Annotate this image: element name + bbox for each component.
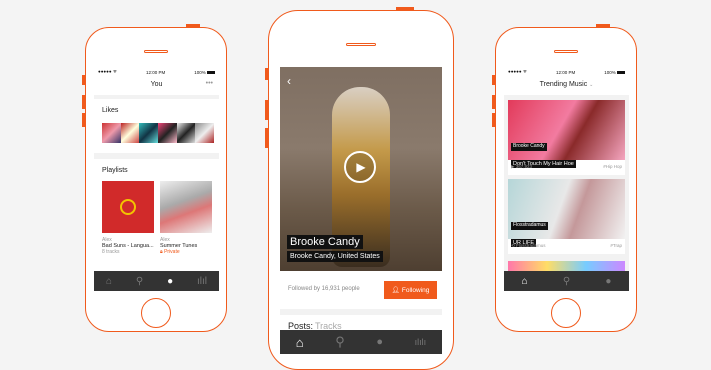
repost-icon: ⟲ [511, 243, 515, 248]
left-phone-side-button [82, 113, 85, 127]
track-artwork[interactable]: Flosstradamus UR LIFE [508, 179, 625, 247]
playlist-card[interactable]: Alex Summer Tunes 🔒︎ Private [160, 181, 212, 255]
center-phone-side-button [265, 128, 268, 148]
right-phone-speaker [554, 50, 578, 53]
battery-level: 100% [194, 70, 215, 75]
chevron-down-icon: ⌄ [589, 82, 594, 88]
follower-count: Followed by 16,931 people [288, 286, 360, 292]
playlist-meta: 8 tracks [102, 249, 120, 255]
page-title[interactable]: Trending Music ⌄ [504, 81, 629, 88]
profile-tab-icon[interactable]: ● [605, 276, 611, 287]
liked-track-artwork[interactable] [158, 123, 177, 143]
profile-tab-icon[interactable]: ● [167, 276, 173, 287]
lock-icon: 🔒︎ [160, 249, 163, 255]
play-icon: ▶ [356, 160, 366, 174]
left-phone-side-button [82, 95, 85, 109]
artist-location: Brooke Candy, United States [287, 251, 383, 262]
center-phone-speaker [346, 43, 376, 46]
home-tab-icon[interactable]: ⌂ [106, 276, 112, 287]
follow-bar: Followed by 16,931 people 👤︎ Following [280, 271, 442, 309]
tab-bar: ⌂ ⚲ ● ılılı [280, 330, 442, 354]
search-tab-icon[interactable]: ⚲ [335, 334, 345, 350]
playlist-artwork[interactable] [160, 181, 212, 233]
right-phone-side-button [492, 113, 495, 127]
track-artist: Flosstradamus [511, 222, 548, 230]
page-title: You [150, 81, 163, 88]
artist-header-image: ‹ ▶ Brooke Candy Brooke Candy, United St… [280, 67, 442, 271]
liked-track-artwork[interactable] [139, 123, 159, 143]
track-tag[interactable]: #Hip Hop [603, 164, 622, 169]
carrier-signal: ●●●●● ᯤ [508, 69, 527, 74]
battery-icon [617, 70, 625, 74]
following-label: Following [401, 286, 430, 294]
search-tab-icon[interactable]: ⚲ [563, 276, 570, 287]
home-tab-icon[interactable]: ⌂ [296, 335, 304, 350]
status-time: 12:00 PM [145, 69, 166, 75]
playlist-artwork[interactable] [102, 181, 154, 233]
center-phone-top-button [396, 7, 414, 10]
right-phone-home-button[interactable] [551, 298, 581, 328]
liked-track-artwork[interactable] [120, 123, 140, 143]
right-phone-screen: ●●●●● ᯤ 12:00 PM 100% Trending Music ⌄ B… [504, 67, 629, 291]
likes-artwork-strip[interactable] [102, 123, 215, 143]
battery-level: 100% [604, 70, 625, 75]
left-phone-side-button [82, 75, 85, 85]
likes-heading: Likes [102, 107, 119, 114]
liked-track-artwork[interactable] [195, 123, 215, 143]
more-options-icon[interactable]: ••• [206, 80, 213, 87]
playlists-heading: Playlists [102, 167, 128, 174]
center-phone-side-button [265, 68, 268, 80]
collection-tab-icon[interactable]: ılıl [197, 276, 207, 287]
collection-tab-icon[interactable]: ılılı [415, 337, 427, 347]
center-phone-side-button [265, 100, 268, 120]
back-arrow-icon[interactable]: ‹ [287, 74, 291, 88]
play-count-icon: ▶ [511, 164, 515, 169]
left-phone-home-button[interactable] [141, 298, 171, 328]
artist-name: Brooke Candy [287, 235, 363, 249]
battery-icon [207, 70, 215, 74]
center-phone-screen: ‹ ▶ Brooke Candy Brooke Candy, United St… [280, 67, 442, 354]
track-artwork[interactable]: Brooke Candy Don't Touch My Hair Hoe [508, 100, 625, 168]
track-card[interactable]: Flosstradamus UR LIFE ⟲ Flosstradamus #T… [508, 179, 625, 254]
track-tag[interactable]: #Trap [610, 243, 622, 248]
track-artist: Brooke Candy [511, 143, 547, 151]
playlist-privacy: Private [164, 249, 180, 255]
home-tab-icon[interactable]: ⌂ [522, 276, 528, 287]
status-bar: ●●●●● ᯤ 12:00 PM 100% [94, 67, 219, 77]
right-phone-side-button [492, 95, 495, 109]
user-check-icon: 👤︎ [391, 287, 400, 294]
play-button[interactable]: ▶ [344, 151, 376, 183]
search-tab-icon[interactable]: ⚲ [136, 276, 143, 287]
reposter-name: Flosstradamus [516, 243, 546, 248]
sun-symbol-icon [120, 199, 136, 215]
following-button[interactable]: 👤︎ Following [384, 281, 437, 299]
tab-bar: ⌂ ⚲ ● [504, 271, 629, 291]
right-phone-side-button [492, 75, 495, 85]
status-time: 12:00 PM [555, 69, 576, 75]
track-card[interactable]: Brooke Candy Don't Touch My Hair Hoe ▶ 3… [508, 100, 625, 175]
play-count: 367,923 [515, 164, 533, 169]
tab-bar: ⌂ ⚲ ● ılıl [94, 271, 219, 291]
status-bar: ●●●●● ᯤ 12:00 PM 100% [504, 67, 629, 77]
right-phone-top-button [596, 24, 610, 27]
liked-track-artwork[interactable] [176, 123, 196, 143]
left-phone-top-button [186, 24, 200, 27]
liked-track-artwork[interactable] [102, 123, 121, 143]
left-phone-screen: ●●●●● ᯤ 12:00 PM 100% You ••• Likes Play… [94, 67, 219, 291]
carrier-signal: ●●●●● ᯤ [98, 69, 117, 74]
profile-tab-icon[interactable]: ● [376, 336, 383, 348]
likes-section: Likes [94, 99, 219, 153]
playlists-section: Playlists Alex Bad Suns - Langua... 8 tr… [94, 159, 219, 275]
playlist-card[interactable]: Alex Bad Suns - Langua... 8 tracks [102, 181, 154, 255]
left-phone-speaker [144, 50, 168, 53]
